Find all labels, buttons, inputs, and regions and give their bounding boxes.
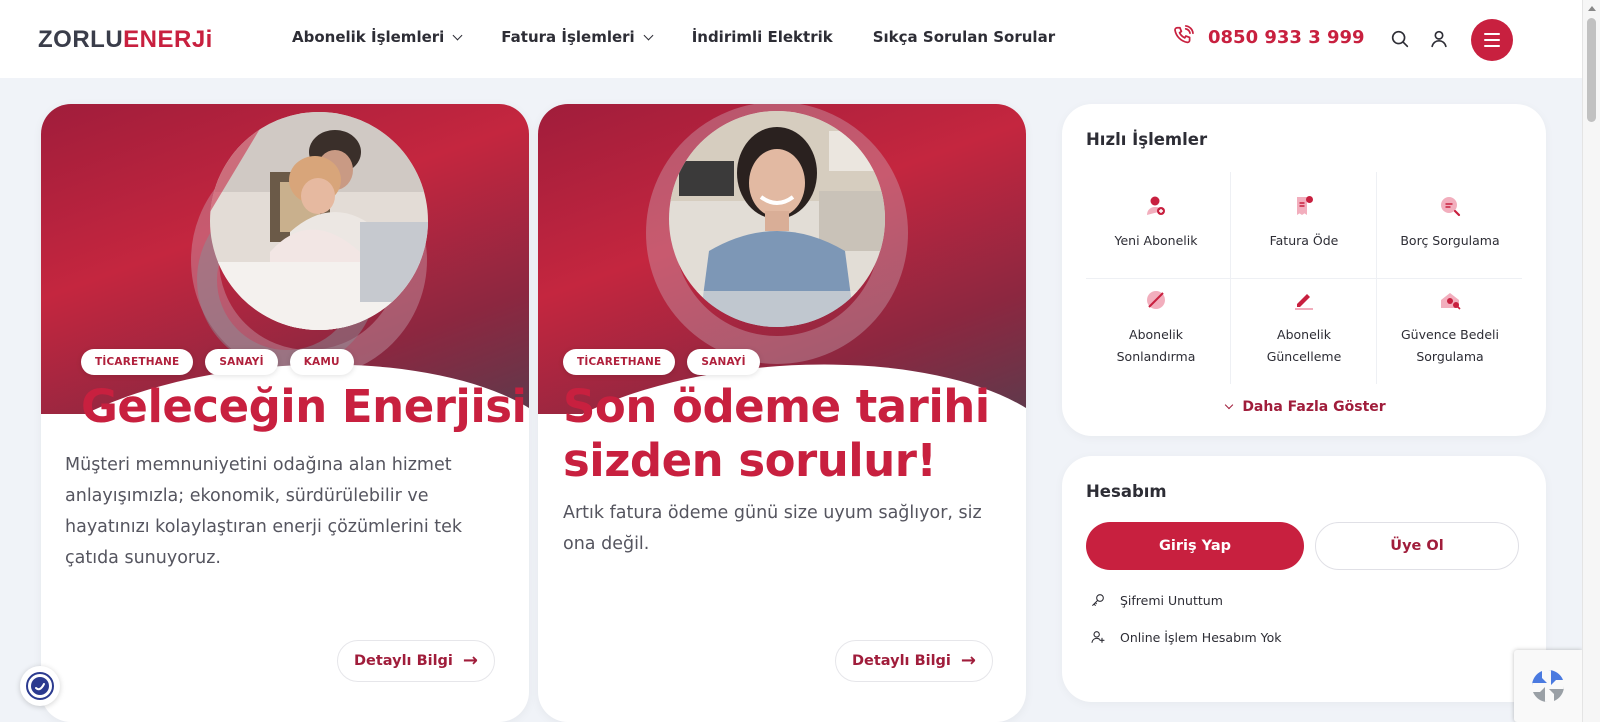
arrow-right-icon: →: [462, 650, 479, 671]
chevron-down-icon: [452, 30, 463, 40]
deposit-query-icon: [1441, 293, 1461, 310]
woman-photo: [669, 111, 885, 327]
panel-title: Hesabım: [1086, 482, 1167, 501]
account-panel: Hesabım Giriş Yap Üye Ol Şifremi Unuttum…: [1062, 456, 1546, 702]
user-icon[interactable]: [1428, 28, 1450, 50]
debt-query-icon: [1441, 197, 1461, 217]
menu-button[interactable]: [1471, 19, 1513, 61]
register-button[interactable]: Üye Ol: [1315, 522, 1519, 570]
tag-ticarethane[interactable]: TİCARETHANE: [563, 349, 676, 375]
tag-list: TİCARETHANE SANAYİ: [563, 349, 760, 375]
end-subscription-icon: [1147, 291, 1165, 309]
scroll-up-arrow-icon[interactable]: [1588, 6, 1596, 11]
update-subscription-icon: [1295, 294, 1313, 310]
quick-action-end-subscription[interactable]: Abonelik Sonlandırma: [1086, 276, 1226, 368]
quick-action-update-subscription[interactable]: Abonelik Güncelleme: [1234, 276, 1374, 368]
quick-action-deposit-query[interactable]: Güvence Bedeli Sorgulama: [1380, 276, 1520, 368]
phone-icon: [1174, 25, 1194, 44]
zorlu-enerji-logo[interactable]: ZORLUENERJi: [38, 26, 213, 54]
recaptcha-icon: [1531, 669, 1565, 703]
site-header: ZORLUENERJi Abonelik İşlemleri Fatura İş…: [0, 0, 1582, 78]
nav-item-indirimli-elektrik[interactable]: İndirimli Elektrik: [692, 28, 833, 46]
show-more-link[interactable]: Daha Fazla Göster: [1062, 399, 1546, 415]
card-title: Geleceğin Enerjisi: [81, 380, 527, 433]
chevron-down-icon: [1225, 400, 1234, 410]
hero-card-future-energy: TİCARETHANE SANAYİ KAMU Geleceğin Enerji…: [41, 104, 529, 722]
login-button[interactable]: Giriş Yap: [1086, 522, 1304, 570]
quick-action-pay-bill[interactable]: Fatura Öde: [1234, 182, 1374, 274]
accessibility-widget[interactable]: [20, 666, 60, 706]
phone-number: 0850 933 3 999: [1208, 26, 1365, 48]
no-account-link[interactable]: Online İşlem Hesabım Yok: [1090, 629, 1282, 645]
tag-kamu[interactable]: KAMU: [289, 349, 354, 375]
key-icon: [1092, 594, 1104, 606]
page-scrollbar[interactable]: [1582, 0, 1600, 722]
quick-action-new-subscription[interactable]: Yeni Abonelik: [1086, 182, 1226, 274]
menu-icon: [1484, 33, 1500, 35]
tag-ticarethane[interactable]: TİCARETHANE: [81, 349, 194, 375]
family-photo: [210, 112, 428, 330]
hero-card-due-date: TİCARETHANE SANAYİ Son ödeme tarihi sizd…: [538, 104, 1026, 722]
chevron-down-icon: [643, 30, 654, 40]
card-description: Müşteri memnuniyetini odağına alan hizme…: [65, 455, 463, 568]
tag-sanayi[interactable]: SANAYİ: [205, 349, 278, 375]
recaptcha-badge[interactable]: [1514, 650, 1582, 722]
bill-pay-icon: [1297, 196, 1313, 215]
tag-list: TİCARETHANE SANAYİ KAMU: [81, 349, 354, 375]
detail-button[interactable]: Detaylı Bilgi →: [835, 640, 993, 682]
accessibility-icon: [26, 672, 54, 700]
quick-actions-panel: Hızlı İşlemler Yeni Abonelik Fatura Öde …: [1062, 104, 1546, 436]
nav-item-abonelik[interactable]: Abonelik İşlemleri: [292, 28, 463, 46]
nav-item-fatura[interactable]: Fatura İşlemleri: [501, 28, 654, 46]
tag-sanayi[interactable]: SANAYİ: [687, 349, 760, 375]
detail-button[interactable]: Detaylı Bilgi →: [337, 640, 495, 682]
scrollbar-thumb[interactable]: [1587, 18, 1596, 122]
new-subscription-icon: [1147, 196, 1165, 215]
quick-action-debt-query[interactable]: Borç Sorgulama: [1380, 182, 1520, 274]
phone-link[interactable]: 0850 933 3 999: [1170, 24, 1365, 50]
forgot-password-link[interactable]: Şifremi Unuttum: [1090, 592, 1223, 608]
arrow-right-icon: →: [960, 650, 977, 671]
card-title: Son ödeme tarihi sizden sorulur!: [563, 380, 990, 487]
search-icon[interactable]: [1389, 28, 1411, 50]
card-description: Artık fatura ödeme günü size uyum sağlıy…: [563, 503, 982, 554]
user-add-icon: [1091, 631, 1105, 643]
main-nav: Abonelik İşlemleri Fatura İşlemleri İndi…: [292, 28, 1095, 46]
nav-item-sss[interactable]: Sıkça Sorulan Sorular: [873, 28, 1055, 46]
panel-title: Hızlı İşlemler: [1086, 130, 1208, 149]
